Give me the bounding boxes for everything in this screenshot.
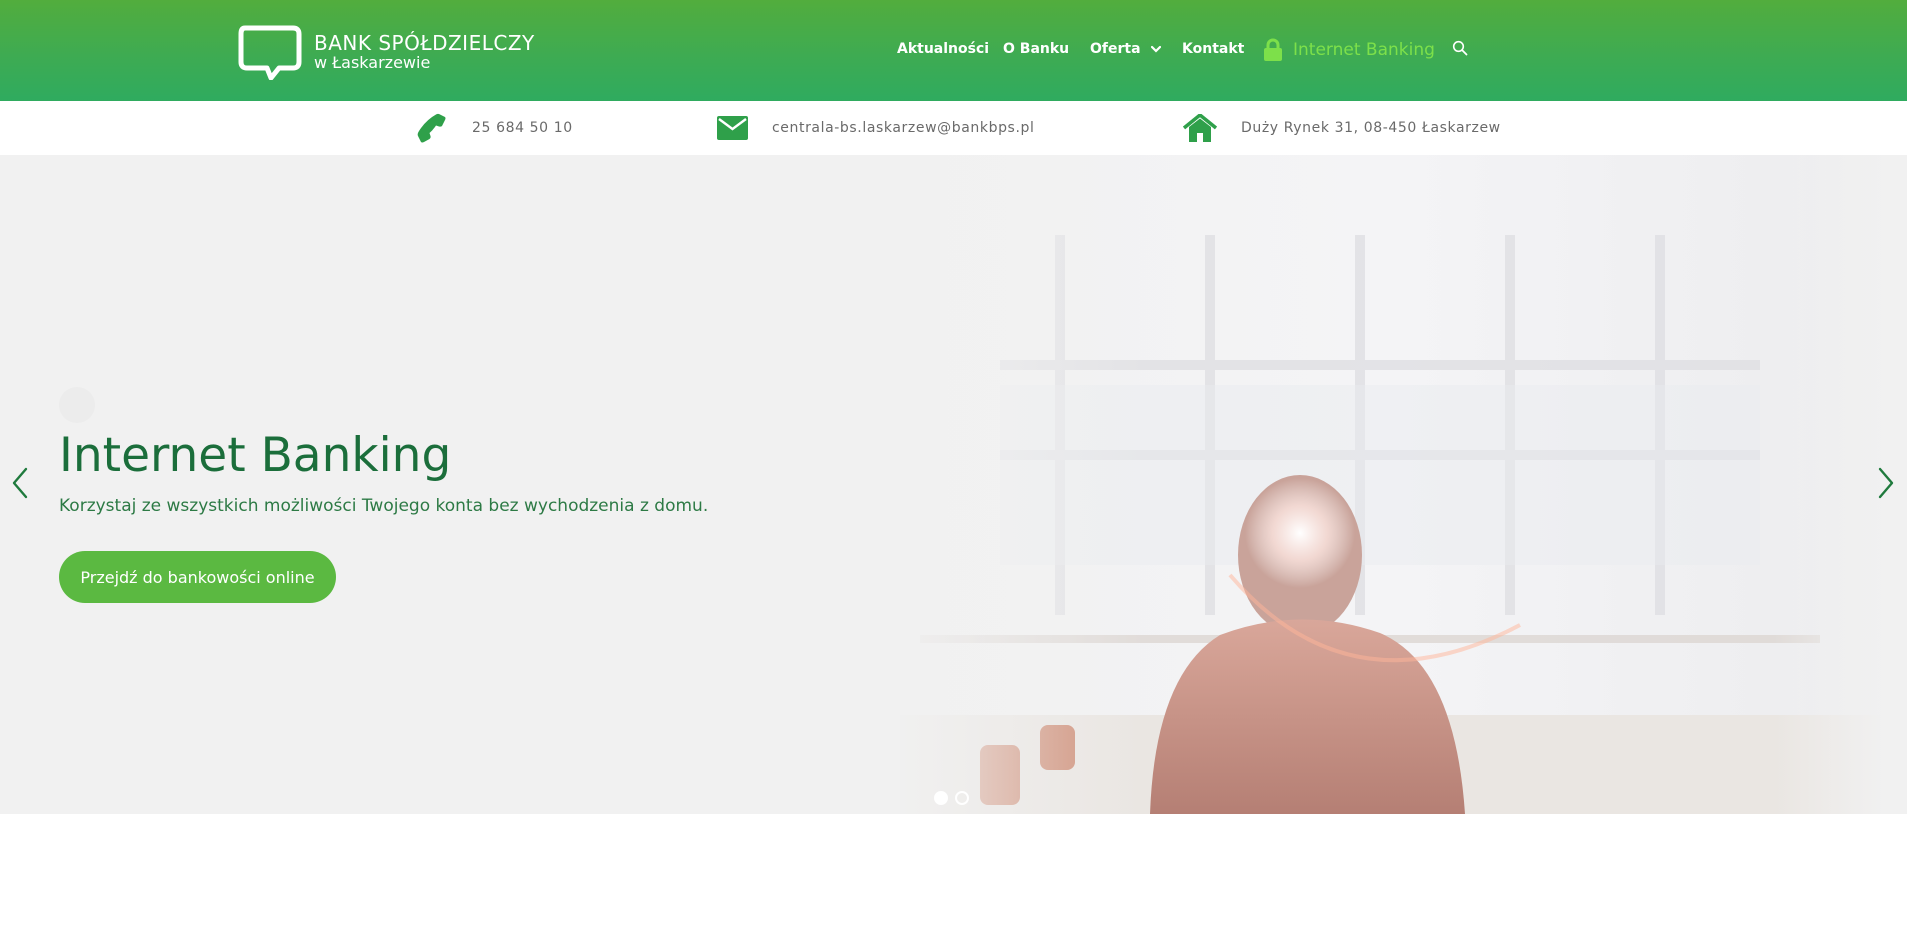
chevron-right-icon <box>1878 467 1894 499</box>
home-icon <box>1183 114 1217 142</box>
slider-pagination <box>934 791 969 805</box>
nav-item-aktualnosci[interactable]: Aktualności <box>897 41 989 57</box>
hero-subtitle: Korzystaj ze wszystkich możliwości Twoje… <box>59 496 709 516</box>
phone-icon <box>416 112 448 144</box>
nav-item-o-banku[interactable]: O Banku <box>1003 41 1069 57</box>
search-button[interactable] <box>1452 40 1470 58</box>
internet-banking-link[interactable]: Internet Banking <box>1263 36 1435 64</box>
email-address: centrala-bs.laskarzew@bankbps.pl <box>772 120 1035 136</box>
lock-icon <box>1264 38 1282 61</box>
logo-name-line2: w Łaskarzewie <box>314 53 431 72</box>
slider-next-button[interactable] <box>1875 465 1897 501</box>
slider-dot-2[interactable] <box>955 791 969 805</box>
slider-prev-button[interactable] <box>9 465 31 501</box>
postal-address: Duży Rynek 31, 08-450 Łaskarzew <box>1241 120 1501 136</box>
go-to-online-banking-button[interactable]: Przejdź do bankowości online <box>59 551 336 603</box>
chevron-down-icon <box>1151 45 1162 53</box>
hero-decoration-circle <box>59 387 95 423</box>
nav-item-kontakt[interactable]: Kontakt <box>1182 41 1244 57</box>
contact-address[interactable]: Duży Rynek 31, 08-450 Łaskarzew <box>1183 101 1501 155</box>
contact-bar: 25 684 50 10 centrala-bs.laskarzew@bankb… <box>0 101 1907 155</box>
hero-slider: Internet Banking Korzystaj ze wszystkich… <box>0 155 1907 814</box>
contact-email[interactable]: centrala-bs.laskarzew@bankbps.pl <box>717 101 1034 155</box>
internet-banking-label: Internet Banking <box>1293 40 1435 60</box>
envelope-icon <box>717 116 748 140</box>
logo-name-line1: BANK SPÓŁDZIELCZY <box>314 31 535 55</box>
nav-item-oferta[interactable]: Oferta <box>1090 41 1162 57</box>
hero-photo-man-at-window <box>880 155 1907 814</box>
chevron-left-icon <box>12 467 28 499</box>
content-area <box>0 814 1907 937</box>
contact-phone[interactable]: 25 684 50 10 <box>416 101 573 155</box>
bank-logo[interactable]: BANK SPÓŁDZIELCZY w Łaskarzewie <box>237 24 537 80</box>
hero-title: Internet Banking <box>59 428 452 483</box>
nav-item-oferta-label: Oferta <box>1090 41 1141 57</box>
site-header: BANK SPÓŁDZIELCZY w Łaskarzewie Aktualno… <box>0 0 1907 101</box>
phone-number: 25 684 50 10 <box>472 120 573 136</box>
search-icon <box>1452 40 1468 56</box>
slider-dot-1[interactable] <box>934 791 948 805</box>
logo-bubble-icon <box>238 25 302 80</box>
